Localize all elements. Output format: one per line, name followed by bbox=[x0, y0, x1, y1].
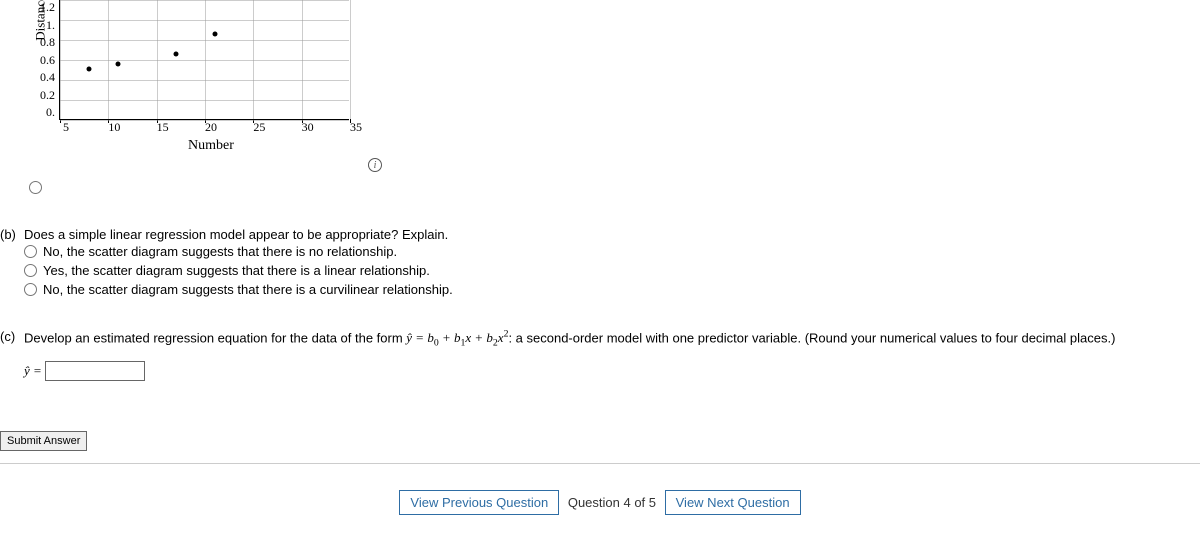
x-tick: 15 bbox=[157, 120, 169, 135]
x-tick: 20 bbox=[205, 120, 217, 135]
y-tick: 0.2 bbox=[40, 88, 55, 103]
x-axis-ticks: 5101520253035 bbox=[66, 120, 356, 136]
part-b-options: No, the scatter diagram suggests that th… bbox=[24, 242, 1200, 299]
option-text: No, the scatter diagram suggests that th… bbox=[43, 282, 453, 297]
option-text: No, the scatter diagram suggests that th… bbox=[43, 244, 397, 259]
y-tick: 0.4 bbox=[40, 70, 55, 85]
data-point bbox=[116, 62, 121, 67]
x-tick: 25 bbox=[253, 120, 265, 135]
option-radio[interactable] bbox=[24, 264, 37, 277]
info-icon[interactable]: i bbox=[368, 158, 382, 172]
prompt-pre: Develop an estimated regression equation… bbox=[24, 330, 406, 345]
input-prefix: ŷ = bbox=[24, 363, 42, 378]
prompt-post: : a second-order model with one predicto… bbox=[508, 330, 1115, 345]
question-nav: View Previous Question Question 4 of 5 V… bbox=[0, 490, 1200, 527]
part-b-label: (b) bbox=[0, 227, 24, 242]
chart-option-radio[interactable] bbox=[29, 181, 42, 194]
y-tick: 0. bbox=[46, 105, 55, 120]
x-tick: 10 bbox=[108, 120, 120, 135]
option-radio[interactable] bbox=[24, 283, 37, 296]
part-c-label: (c) bbox=[0, 329, 24, 349]
option-row[interactable]: No, the scatter diagram suggests that th… bbox=[24, 242, 1200, 261]
data-point bbox=[87, 67, 92, 72]
next-question-button[interactable]: View Next Question bbox=[665, 490, 801, 515]
option-text: Yes, the scatter diagram suggests that t… bbox=[43, 263, 430, 278]
equation: ŷ = b0 + b1x + b2x2 bbox=[406, 330, 508, 345]
x-tick: 30 bbox=[302, 120, 314, 135]
y-axis-label: Distance bbox=[33, 0, 49, 41]
x-axis-label: Number bbox=[66, 138, 356, 154]
option-row[interactable]: No, the scatter diagram suggests that th… bbox=[24, 280, 1200, 299]
divider bbox=[0, 463, 1200, 464]
x-tick: 5 bbox=[63, 120, 69, 135]
data-point bbox=[212, 32, 217, 37]
part-c-prompt: Develop an estimated regression equation… bbox=[24, 329, 1115, 349]
scatter-plot bbox=[59, 0, 349, 120]
option-row[interactable]: Yes, the scatter diagram suggests that t… bbox=[24, 261, 1200, 280]
y-tick: 0.6 bbox=[40, 53, 55, 68]
submit-answer-button[interactable]: Submit Answer bbox=[0, 431, 87, 451]
x-tick: 35 bbox=[350, 120, 362, 135]
part-b-prompt: Does a simple linear regression model ap… bbox=[24, 227, 448, 242]
prev-question-button[interactable]: View Previous Question bbox=[399, 490, 559, 515]
regression-equation-input[interactable] bbox=[45, 361, 145, 381]
data-point bbox=[174, 52, 179, 57]
option-radio[interactable] bbox=[24, 245, 37, 258]
question-status: Question 4 of 5 bbox=[568, 495, 656, 510]
